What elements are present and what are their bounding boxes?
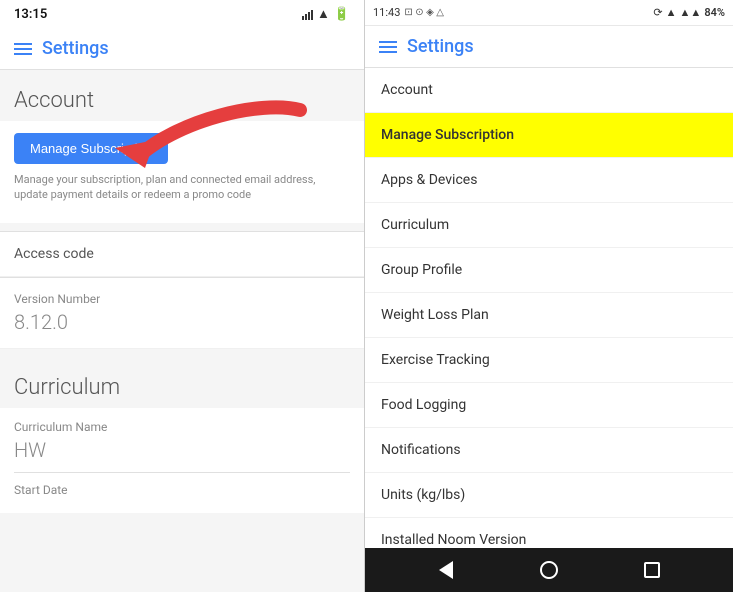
right-status-right: ⟳ ▲ ▲▲ 84% <box>653 6 725 19</box>
settings-item-manage-subscription-label: Manage Subscription <box>381 127 514 143</box>
right-app-title: Settings <box>407 36 474 57</box>
battery-icon: 🔋 <box>334 7 350 22</box>
left-status-icons: ▲ 🔋 <box>302 6 350 22</box>
curriculum-name-label: Curriculum Name <box>14 420 350 434</box>
settings-item-exercise-tracking[interactable]: Exercise Tracking <box>365 338 733 383</box>
access-code-label: Access code <box>14 246 94 262</box>
left-app-header: Settings <box>0 28 364 70</box>
right-nav-bar <box>365 548 733 592</box>
wifi-icon: ▲ <box>317 6 330 22</box>
settings-list: Account Manage Subscription Apps & Devic… <box>365 68 733 548</box>
nav-recent-button[interactable] <box>638 556 666 584</box>
settings-item-group-profile-label: Group Profile <box>381 262 462 278</box>
status-icons-right: ⊡ ⊙ ◈ △ <box>404 7 444 18</box>
settings-item-apps-devices-label: Apps & Devices <box>381 172 477 188</box>
signal-icon-right: ▲▲ <box>680 6 702 19</box>
right-status-bar: 11:43 ⊡ ⊙ ◈ △ ⟳ ▲ ▲▲ 84% <box>365 0 733 26</box>
left-phone: 13:15 ▲ 🔋 Settings Account Manage Subscr… <box>0 0 365 592</box>
settings-item-food-logging-label: Food Logging <box>381 397 466 413</box>
settings-item-curriculum[interactable]: Curriculum <box>365 203 733 248</box>
settings-item-account-label: Account <box>381 82 433 98</box>
rotate-icon: ⟳ <box>653 6 662 19</box>
right-hamburger-icon[interactable] <box>379 41 397 53</box>
settings-item-notifications[interactable]: Notifications <box>365 428 733 473</box>
settings-item-account[interactable]: Account <box>365 68 733 113</box>
version-value: 8.12.0 <box>14 310 350 334</box>
curriculum-heading: Curriculum <box>0 357 364 408</box>
settings-item-manage-subscription[interactable]: Manage Subscription <box>365 113 733 158</box>
curriculum-name-item: Curriculum Name HW <box>14 420 350 472</box>
settings-item-apps-devices[interactable]: Apps & Devices <box>365 158 733 203</box>
signal-icon <box>302 8 313 20</box>
left-status-bar: 13:15 ▲ 🔋 <box>0 0 364 28</box>
settings-item-noom-version-label: Installed Noom Version <box>381 532 717 548</box>
curriculum-card: Curriculum Name HW Start Date <box>0 408 364 513</box>
left-content: Account Manage Subscription Manage your … <box>0 70 364 592</box>
left-app-title: Settings <box>42 38 109 59</box>
hamburger-icon[interactable] <box>14 43 32 55</box>
settings-item-weight-loss-plan-label: Weight Loss Plan <box>381 307 489 323</box>
version-item: Version Number 8.12.0 <box>0 278 364 349</box>
wifi-icon-right: ▲ <box>666 6 677 19</box>
account-card: Manage Subscription Manage your subscrip… <box>0 121 364 223</box>
right-status-left: 11:43 ⊡ ⊙ ◈ △ <box>373 6 444 19</box>
start-date-item: Start Date <box>14 473 350 497</box>
right-phone: 11:43 ⊡ ⊙ ◈ △ ⟳ ▲ ▲▲ 84% Settings Accoun… <box>365 0 733 592</box>
back-icon <box>439 561 453 579</box>
manage-description: Manage your subscription, plan and conne… <box>14 172 350 203</box>
settings-item-food-logging[interactable]: Food Logging <box>365 383 733 428</box>
settings-item-notifications-label: Notifications <box>381 442 461 458</box>
right-app-header: Settings <box>365 26 733 68</box>
settings-item-units-label: Units (kg/lbs) <box>381 487 465 503</box>
nav-back-button[interactable] <box>432 556 460 584</box>
curriculum-name-value: HW <box>14 438 350 462</box>
right-time: 11:43 <box>373 6 400 19</box>
settings-item-units[interactable]: Units (kg/lbs) <box>365 473 733 518</box>
settings-item-weight-loss-plan[interactable]: Weight Loss Plan <box>365 293 733 338</box>
version-label: Version Number <box>14 292 350 306</box>
account-heading: Account <box>0 70 364 121</box>
settings-item-curriculum-label: Curriculum <box>381 217 449 233</box>
manage-subscription-button[interactable]: Manage Subscription <box>14 133 168 164</box>
recent-icon <box>644 562 660 578</box>
settings-item-group-profile[interactable]: Group Profile <box>365 248 733 293</box>
settings-item-exercise-tracking-label: Exercise Tracking <box>381 352 490 368</box>
nav-home-button[interactable] <box>535 556 563 584</box>
access-code-item[interactable]: Access code <box>0 232 364 277</box>
left-time: 13:15 <box>14 7 47 22</box>
start-date-label: Start Date <box>14 483 350 497</box>
battery-right: 84% <box>704 6 725 19</box>
settings-item-noom-version[interactable]: Installed Noom Version You are currently… <box>365 518 733 548</box>
home-icon <box>540 561 558 579</box>
